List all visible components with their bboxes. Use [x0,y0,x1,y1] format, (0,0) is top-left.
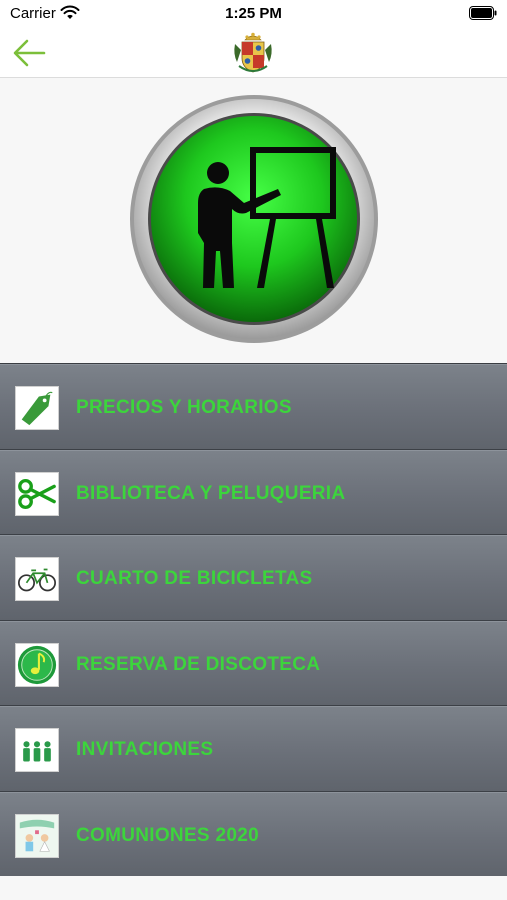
battery-icon [469,6,497,20]
menu-item-label: PRECIOS Y HORARIOS [76,397,292,418]
navigation-bar [0,28,507,78]
menu-item-biblioteca-peluqueria[interactable]: BIBLIOTECA Y PELUQUERIA [0,449,507,535]
bicycle-icon [15,557,59,601]
menu-item-label: CUARTO DE BICICLETAS [76,568,313,589]
status-time: 1:25 PM [225,5,282,22]
back-arrow-icon[interactable] [10,36,50,70]
bottom-area [0,876,507,900]
menu-item-label: COMUNIONES 2020 [76,824,259,846]
menu-item-precios-horarios[interactable]: PRECIOS Y HORARIOS [0,364,507,450]
people-icon [15,728,59,772]
menu-item-cuarto-bicicletas[interactable]: CUARTO DE BICICLETAS [0,535,507,621]
music-note-icon [15,642,59,687]
price-tag-icon [15,386,59,430]
menu-item-label: INVITACIONES [76,739,214,760]
menu-item-label: BIBLIOTECA Y PELUQUERIA [76,482,346,504]
scissors-icon [15,471,59,516]
menu-item-comuniones-2020[interactable]: COMUNIONES 2020 [0,791,507,877]
communion-icon [15,813,59,858]
menu-item-invitaciones[interactable]: INVITACIONES [0,706,507,792]
menu-list: PRECIOS Y HORARIOS BIBLIOTECA Y PELUQUER… [0,363,507,877]
menu-item-label: RESERVA DE DISCOTECA [76,653,321,675]
hero-section [0,79,507,363]
teacher-presentation-icon[interactable] [128,93,380,345]
status-bar: Carrier 1:25 PM [0,0,507,28]
menu-item-reserva-discoteca[interactable]: RESERVA DE DISCOTECA [0,620,507,706]
municipal-crest-logo [234,32,272,73]
